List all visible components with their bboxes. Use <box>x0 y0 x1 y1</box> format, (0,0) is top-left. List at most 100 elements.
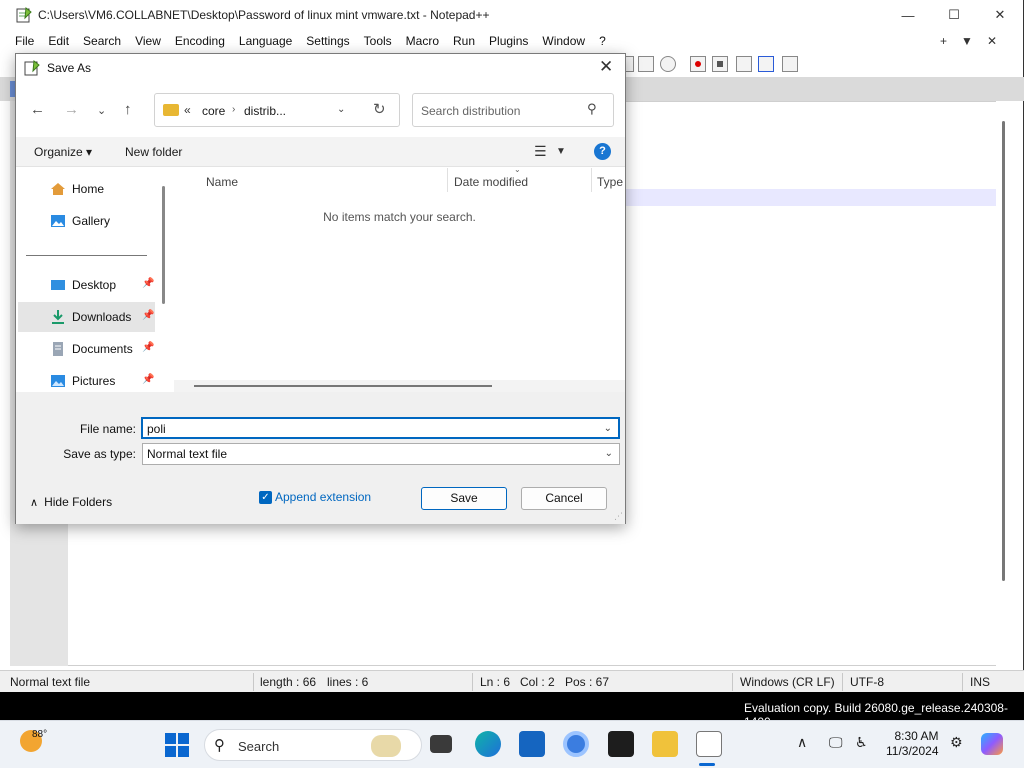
column-header-date-modified[interactable]: Date modified <box>454 175 528 199</box>
search-input[interactable] <box>421 102 581 120</box>
window-title: C:\Users\VM6.COLLABNET\Desktop\Password … <box>38 8 490 22</box>
record-macro-icon[interactable] <box>690 56 706 72</box>
notepadpp-taskbar-icon[interactable] <box>696 731 722 757</box>
hide-folders-button[interactable]: ∧ Hide Folders <box>30 495 112 509</box>
menu-tools[interactable]: Tools <box>357 34 399 48</box>
hscrollbar[interactable] <box>174 380 625 392</box>
save-macro-icon[interactable] <box>782 56 798 72</box>
close-icon[interactable]: ✕ <box>977 0 1023 30</box>
dialog-title: Save As <box>47 61 92 75</box>
append-extension-label[interactable]: Append extension <box>275 490 371 504</box>
new-folder-button[interactable]: New folder <box>125 145 182 159</box>
nav-item-downloads[interactable]: Downloads 📌 <box>18 302 155 332</box>
recent-locations-icon[interactable]: ⌄ <box>97 104 106 117</box>
view-options-icon[interactable]: ☰ <box>534 143 547 160</box>
tab-list-icon[interactable]: ▼ <box>961 34 973 48</box>
menu-file[interactable]: File <box>8 34 41 48</box>
start-icon[interactable] <box>165 733 189 757</box>
system-clock[interactable]: 8:30 AM 11/3/2024 <box>886 729 939 759</box>
menu-plugins[interactable]: Plugins <box>482 34 535 48</box>
save-type-label: Save as type: <box>63 447 136 461</box>
taskbar-search[interactable]: ⚲ Search <box>204 729 422 761</box>
breadcrumb-core[interactable]: core <box>202 104 225 118</box>
editor-vscrollbar[interactable] <box>996 101 1016 666</box>
file-explorer-icon[interactable] <box>652 731 678 757</box>
breadcrumb-separator-icon[interactable]: › <box>232 104 235 115</box>
chevron-down-icon[interactable]: ▼ <box>556 146 566 157</box>
close-icon[interactable]: ✕ <box>599 57 613 77</box>
nav-item-desktop[interactable]: Desktop 📌 <box>18 270 155 300</box>
breadcrumb-distribution[interactable]: distrib... <box>244 104 286 118</box>
network-icon[interactable]: 🖵 <box>829 734 843 751</box>
edge-icon[interactable] <box>475 731 501 757</box>
organize-button[interactable]: Organize ▾ <box>34 145 92 159</box>
maximize-icon[interactable]: ☐ <box>931 0 977 30</box>
nav-item-gallery[interactable]: Gallery <box>18 206 155 236</box>
menu-macro[interactable]: Macro <box>399 34 446 48</box>
menu-language[interactable]: Language <box>232 34 299 48</box>
pin-icon[interactable]: 📌 <box>142 374 154 385</box>
clock-date: 11/3/2024 <box>886 744 939 758</box>
eye-icon[interactable] <box>660 56 676 72</box>
search-icon[interactable]: ⚲ <box>587 101 597 117</box>
column-header-type[interactable]: Type <box>597 175 623 199</box>
close-doc-icon[interactable]: ✕ <box>987 34 997 48</box>
nav-scroll-thumb[interactable] <box>162 186 165 304</box>
menu-search[interactable]: Search <box>76 34 128 48</box>
folder-icon <box>163 104 179 116</box>
save-as-dialog: Save As ✕ ← → ⌄ ↑ « core › distrib... ⌄ … <box>15 53 626 524</box>
file-name-input[interactable] <box>147 421 587 437</box>
minimize-icon[interactable]: — <box>885 0 931 30</box>
folder-icon[interactable] <box>638 56 654 72</box>
chevron-down-icon[interactable]: ⌄ <box>605 448 613 459</box>
address-bar[interactable]: « core › distrib... ⌄ ↻ <box>154 93 400 127</box>
nav-item-home[interactable]: Home <box>18 174 155 204</box>
forward-arrow-icon[interactable]: → <box>64 101 79 118</box>
file-list[interactable]: Name Date modified ⌄ Type No items match… <box>174 165 625 392</box>
weather-temperature: 88° <box>32 729 48 740</box>
scroll-thumb[interactable] <box>1002 121 1005 581</box>
chevron-up-icon[interactable]: ∧ <box>797 734 807 751</box>
clock-time: 8:30 AM <box>894 729 939 743</box>
menu-settings[interactable]: Settings <box>299 34 356 48</box>
back-arrow-icon[interactable]: ← <box>30 101 45 118</box>
append-extension-checkbox[interactable]: ✓ <box>259 491 272 504</box>
help-icon[interactable]: ? <box>594 143 611 160</box>
file-name-field[interactable]: ⌄ <box>141 417 620 439</box>
pin-icon[interactable]: 📌 <box>142 342 154 353</box>
cancel-button[interactable]: Cancel <box>521 487 607 510</box>
save-type-select[interactable]: Normal text file ⌄ <box>142 443 620 465</box>
notification-icon[interactable]: ⚙ <box>950 734 963 751</box>
up-arrow-icon[interactable]: ↑ <box>124 101 132 118</box>
task-view-icon[interactable] <box>430 735 452 753</box>
scroll-thumb[interactable] <box>194 385 492 387</box>
play-macro-icon[interactable] <box>736 56 752 72</box>
refresh-icon[interactable]: ↻ <box>373 100 386 118</box>
chrome-icon[interactable] <box>563 731 589 757</box>
resize-grip-icon[interactable]: ⋰ <box>614 511 623 522</box>
documents-icon <box>53 342 63 356</box>
copilot-icon[interactable] <box>981 733 1003 755</box>
menu-help[interactable]: ? <box>592 34 613 48</box>
7zip-icon[interactable] <box>608 731 634 757</box>
search-box[interactable]: ⚲ <box>412 93 614 127</box>
nav-item-documents[interactable]: Documents 📌 <box>18 334 155 364</box>
menu-run[interactable]: Run <box>446 34 482 48</box>
menu-window[interactable]: Window <box>535 34 592 48</box>
chevron-down-icon[interactable]: ⌄ <box>337 104 345 115</box>
add-tab-icon[interactable]: + <box>940 34 947 48</box>
play-multiple-icon[interactable] <box>758 56 774 72</box>
pin-icon[interactable]: 📌 <box>142 278 154 289</box>
menu-edit[interactable]: Edit <box>41 34 76 48</box>
store-icon[interactable] <box>519 731 545 757</box>
search-highlight-icon <box>371 735 401 757</box>
save-button[interactable]: Save <box>421 487 507 510</box>
menu-view[interactable]: View <box>128 34 168 48</box>
accessibility-icon[interactable]: ♿ <box>855 734 868 751</box>
chevron-down-icon[interactable]: ⌄ <box>604 423 612 434</box>
pin-icon[interactable]: 📌 <box>142 310 154 321</box>
column-header-name[interactable]: Name <box>206 175 238 199</box>
stop-macro-icon[interactable] <box>712 56 728 72</box>
menu-encoding[interactable]: Encoding <box>168 34 232 48</box>
overflow-chevron-icon[interactable]: « <box>184 103 191 117</box>
